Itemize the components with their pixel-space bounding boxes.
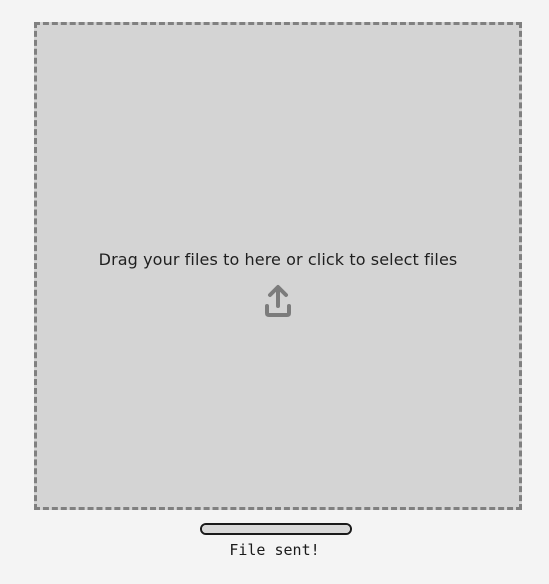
upload-progress-bar: [200, 523, 352, 535]
upload-icon: [263, 284, 293, 318]
upload-progress-fill: [202, 525, 350, 533]
dropzone-content: Drag your files to here or click to sele…: [37, 250, 519, 322]
upload-status: File sent!: [229, 541, 320, 559]
dropzone-prompt: Drag your files to here or click to sele…: [98, 250, 458, 269]
file-dropzone[interactable]: Drag your files to here or click to sele…: [34, 22, 522, 510]
